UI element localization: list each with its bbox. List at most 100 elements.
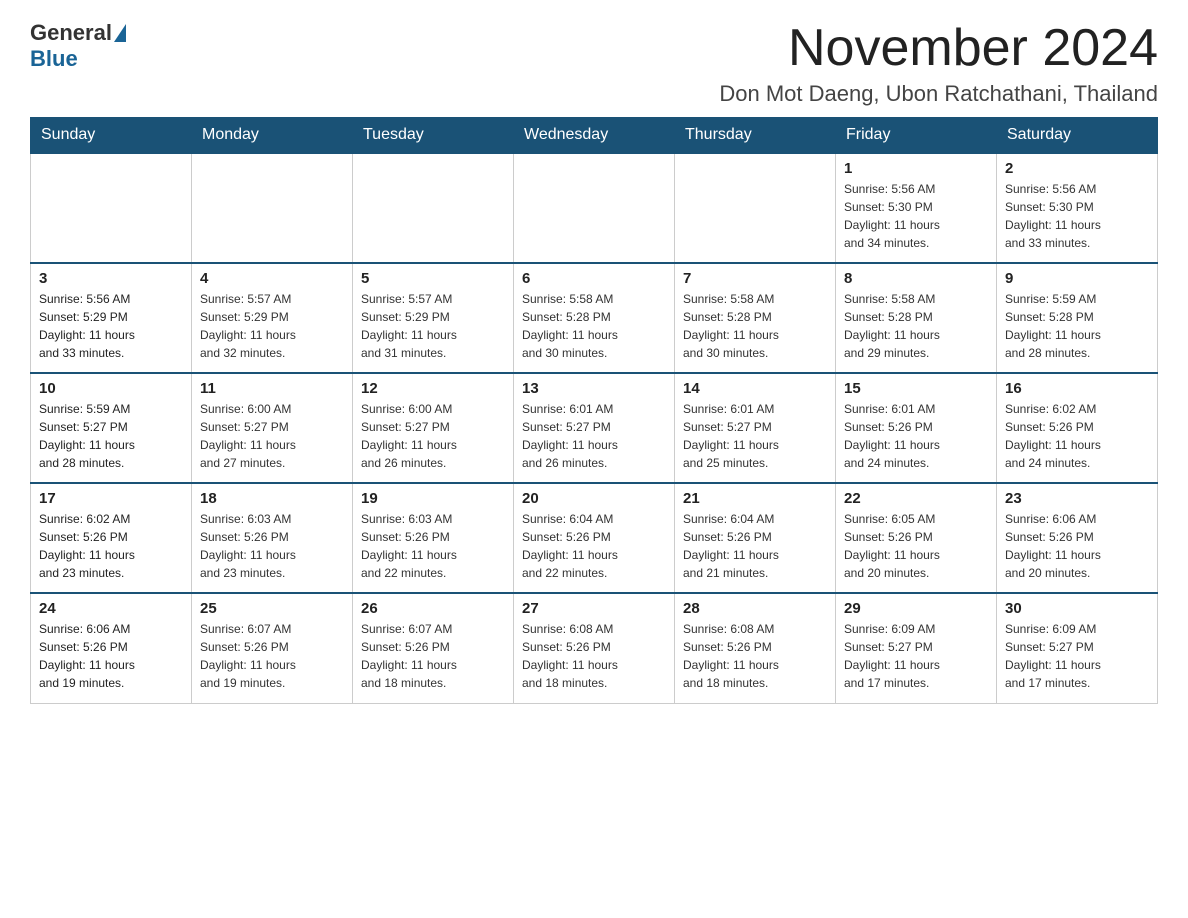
day-number: 18 (200, 490, 344, 507)
day-number: 1 (844, 160, 988, 177)
logo-triangle-icon (114, 24, 126, 42)
day-number: 23 (1005, 490, 1149, 507)
calendar-cell: 3 Sunrise: 5:56 AMSunset: 5:29 PMDaylight… (31, 263, 192, 373)
day-info: Sunrise: 6:05 AMSunset: 5:26 PMDaylight:… (844, 510, 988, 582)
day-info: Sunrise: 6:08 AMSunset: 5:26 PMDaylight:… (522, 620, 666, 692)
calendar-cell: 25Sunrise: 6:07 AMSunset: 5:26 PMDayligh… (192, 593, 353, 703)
day-info: Sunrise: 6:00 AMSunset: 5:27 PMDaylight:… (361, 400, 505, 472)
col-header-sunday: Sunday (31, 118, 192, 154)
day-number: 5 (361, 270, 505, 287)
calendar-cell: 30 Sunrise: 6:09 AMSunset: 5:27 PMDayligh… (997, 593, 1158, 703)
calendar-cell: 7 Sunrise: 5:58 AMSunset: 5:28 PMDaylight… (675, 263, 836, 373)
calendar-cell (353, 153, 514, 263)
day-number: 9 (1005, 270, 1149, 287)
calendar-cell: 13 Sunrise: 6:01 AMSunset: 5:27 PMDayligh… (514, 373, 675, 483)
day-number: 6 (522, 270, 666, 287)
day-number: 10 (39, 380, 183, 397)
day-number: 11 (200, 380, 344, 397)
day-number: 29 (844, 600, 988, 617)
day-info: Sunrise: 5:56 AMSunset: 5:30 PMDaylight:… (844, 180, 988, 252)
day-info: Sunrise: 6:03 AMSunset: 5:26 PMDaylight:… (200, 510, 344, 582)
day-info: Sunrise: 5:58 AMSunset: 5:28 PMDaylight:… (683, 290, 827, 362)
calendar-cell: 22 Sunrise: 6:05 AMSunset: 5:26 PMDayligh… (836, 483, 997, 593)
day-info: Sunrise: 5:57 AMSunset: 5:29 PMDaylight:… (200, 290, 344, 362)
calendar-cell: 19 Sunrise: 6:03 AMSunset: 5:26 PMDayligh… (353, 483, 514, 593)
calendar-cell: 17Sunrise: 6:02 AMSunset: 5:26 PMDayligh… (31, 483, 192, 593)
calendar-cell: 9 Sunrise: 5:59 AMSunset: 5:28 PMDaylight… (997, 263, 1158, 373)
logo-general-text: General (30, 20, 112, 46)
day-number: 20 (522, 490, 666, 507)
week-row-1: 1 Sunrise: 5:56 AMSunset: 5:30 PMDaylight… (31, 153, 1158, 263)
week-row-2: 3 Sunrise: 5:56 AMSunset: 5:29 PMDaylight… (31, 263, 1158, 373)
day-info: Sunrise: 6:03 AMSunset: 5:26 PMDaylight:… (361, 510, 505, 582)
col-header-monday: Monday (192, 118, 353, 154)
calendar-cell: 8 Sunrise: 5:58 AMSunset: 5:28 PMDaylight… (836, 263, 997, 373)
calendar-cell: 4 Sunrise: 5:57 AMSunset: 5:29 PMDaylight… (192, 263, 353, 373)
calendar-cell: 5 Sunrise: 5:57 AMSunset: 5:29 PMDaylight… (353, 263, 514, 373)
day-info: Sunrise: 6:07 AMSunset: 5:26 PMDaylight:… (361, 620, 505, 692)
month-title: November 2024 (719, 20, 1158, 77)
day-info: Sunrise: 5:56 AMSunset: 5:29 PMDaylight:… (39, 290, 183, 362)
day-number: 12 (361, 380, 505, 397)
calendar-cell: 15Sunrise: 6:01 AMSunset: 5:26 PMDayligh… (836, 373, 997, 483)
calendar-cell: 1 Sunrise: 5:56 AMSunset: 5:30 PMDaylight… (836, 153, 997, 263)
day-number: 14 (683, 380, 827, 397)
col-header-saturday: Saturday (997, 118, 1158, 154)
day-number: 21 (683, 490, 827, 507)
day-number: 16 (1005, 380, 1149, 397)
day-number: 13 (522, 380, 666, 397)
day-info: Sunrise: 6:02 AMSunset: 5:26 PMDaylight:… (1005, 400, 1149, 472)
calendar-cell: 11Sunrise: 6:00 AMSunset: 5:27 PMDayligh… (192, 373, 353, 483)
day-info: Sunrise: 6:01 AMSunset: 5:26 PMDaylight:… (844, 400, 988, 472)
calendar-cell: 21 Sunrise: 6:04 AMSunset: 5:26 PMDayligh… (675, 483, 836, 593)
day-info: Sunrise: 5:59 AMSunset: 5:27 PMDaylight:… (39, 400, 183, 472)
week-row-5: 24 Sunrise: 6:06 AMSunset: 5:26 PMDayligh… (31, 593, 1158, 703)
day-number: 19 (361, 490, 505, 507)
calendar-cell: 20 Sunrise: 6:04 AMSunset: 5:26 PMDayligh… (514, 483, 675, 593)
week-row-4: 17Sunrise: 6:02 AMSunset: 5:26 PMDayligh… (31, 483, 1158, 593)
day-number: 25 (200, 600, 344, 617)
day-info: Sunrise: 6:01 AMSunset: 5:27 PMDaylight:… (683, 400, 827, 472)
day-info: Sunrise: 6:04 AMSunset: 5:26 PMDaylight:… (683, 510, 827, 582)
calendar-header-row: SundayMondayTuesdayWednesdayThursdayFrid… (31, 118, 1158, 154)
calendar-cell: 27 Sunrise: 6:08 AMSunset: 5:26 PMDayligh… (514, 593, 675, 703)
calendar-cell: 24 Sunrise: 6:06 AMSunset: 5:26 PMDayligh… (31, 593, 192, 703)
day-number: 3 (39, 270, 183, 287)
calendar-cell: 29Sunrise: 6:09 AMSunset: 5:27 PMDayligh… (836, 593, 997, 703)
day-number: 24 (39, 600, 183, 617)
location-title: Don Mot Daeng, Ubon Ratchathani, Thailan… (719, 81, 1158, 107)
day-info: Sunrise: 6:04 AMSunset: 5:26 PMDaylight:… (522, 510, 666, 582)
day-info: Sunrise: 5:58 AMSunset: 5:28 PMDaylight:… (844, 290, 988, 362)
calendar-cell: 10 Sunrise: 5:59 AMSunset: 5:27 PMDayligh… (31, 373, 192, 483)
day-info: Sunrise: 5:59 AMSunset: 5:28 PMDaylight:… (1005, 290, 1149, 362)
day-info: Sunrise: 5:58 AMSunset: 5:28 PMDaylight:… (522, 290, 666, 362)
col-header-friday: Friday (836, 118, 997, 154)
day-info: Sunrise: 6:06 AMSunset: 5:26 PMDaylight:… (39, 620, 183, 692)
day-number: 27 (522, 600, 666, 617)
calendar-table: SundayMondayTuesdayWednesdayThursdayFrid… (30, 117, 1158, 704)
day-number: 30 (1005, 600, 1149, 617)
day-number: 7 (683, 270, 827, 287)
day-number: 22 (844, 490, 988, 507)
calendar-cell: 2Sunrise: 5:56 AMSunset: 5:30 PMDaylight… (997, 153, 1158, 263)
col-header-tuesday: Tuesday (353, 118, 514, 154)
logo: General Blue (30, 20, 128, 72)
day-info: Sunrise: 6:06 AMSunset: 5:26 PMDaylight:… (1005, 510, 1149, 582)
day-number: 28 (683, 600, 827, 617)
calendar-cell: 14 Sunrise: 6:01 AMSunset: 5:27 PMDayligh… (675, 373, 836, 483)
day-number: 8 (844, 270, 988, 287)
calendar-cell: 23 Sunrise: 6:06 AMSunset: 5:26 PMDayligh… (997, 483, 1158, 593)
day-info: Sunrise: 6:09 AMSunset: 5:27 PMDaylight:… (1005, 620, 1149, 692)
day-info: Sunrise: 5:57 AMSunset: 5:29 PMDaylight:… (361, 290, 505, 362)
calendar-cell: 16 Sunrise: 6:02 AMSunset: 5:26 PMDayligh… (997, 373, 1158, 483)
day-number: 2 (1005, 160, 1149, 177)
day-number: 4 (200, 270, 344, 287)
calendar-cell: 28 Sunrise: 6:08 AMSunset: 5:26 PMDayligh… (675, 593, 836, 703)
week-row-3: 10 Sunrise: 5:59 AMSunset: 5:27 PMDayligh… (31, 373, 1158, 483)
day-info: Sunrise: 6:08 AMSunset: 5:26 PMDaylight:… (683, 620, 827, 692)
day-info: Sunrise: 6:01 AMSunset: 5:27 PMDaylight:… (522, 400, 666, 472)
title-area: November 2024 Don Mot Daeng, Ubon Ratcha… (719, 20, 1158, 107)
col-header-wednesday: Wednesday (514, 118, 675, 154)
calendar-cell: 26Sunrise: 6:07 AMSunset: 5:26 PMDayligh… (353, 593, 514, 703)
day-info: Sunrise: 6:02 AMSunset: 5:26 PMDaylight:… (39, 510, 183, 582)
